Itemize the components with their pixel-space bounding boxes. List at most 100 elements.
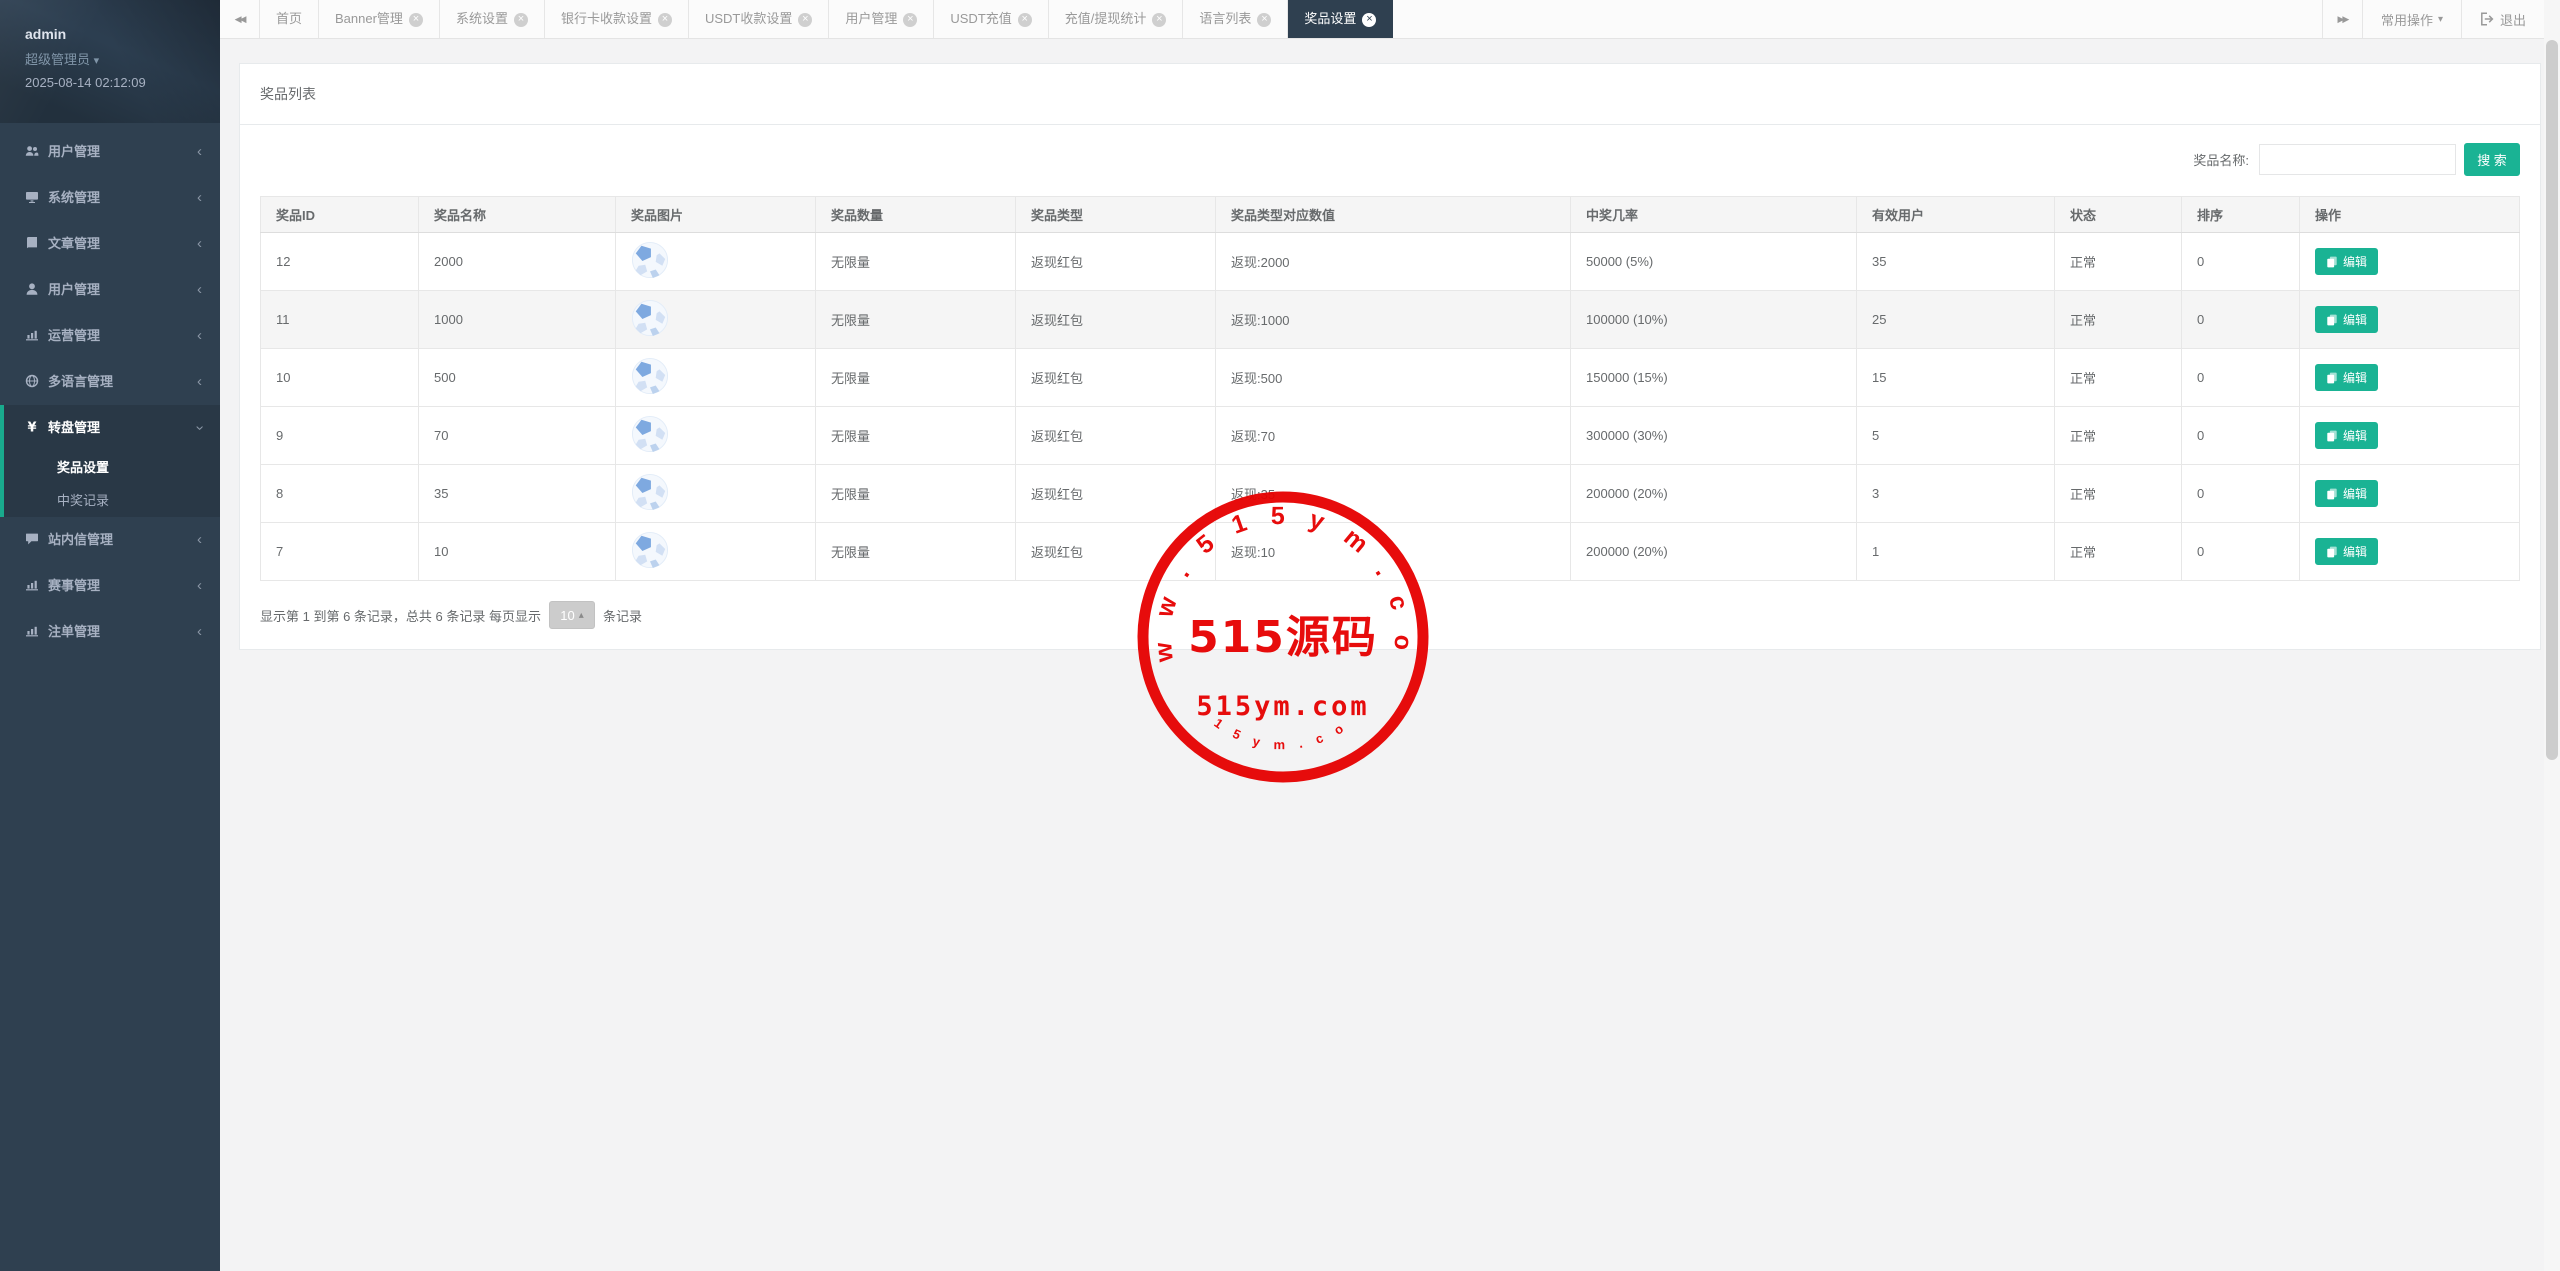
tab-2[interactable]: 系统设置×	[440, 0, 545, 38]
sidebar-item-label: 用户管理	[48, 144, 100, 159]
sidebar-item-bar-chart-icon-9[interactable]: 注单管理‹	[0, 609, 220, 655]
cell-sort: 0	[2182, 465, 2300, 523]
tab-5[interactable]: 用户管理 ×	[829, 0, 934, 38]
tab-label: 奖品设置	[1304, 11, 1356, 26]
search-button[interactable]: 搜 索	[2464, 143, 2520, 176]
sidebar-menu: 用户管理‹系统管理‹文章管理‹用户管理‹运营管理‹多语言管理‹¥转盘管理‹奖品设…	[0, 123, 220, 655]
cell-valid-users: 5	[1857, 407, 2055, 465]
sidebar-subitem[interactable]: 中奖记录	[4, 484, 220, 517]
column-header: 中奖几率	[1571, 197, 1857, 233]
cell-valid-users: 15	[1857, 349, 2055, 407]
edit-button-label: 编辑	[2343, 427, 2367, 444]
tab-7[interactable]: 充值/提现统计×	[1049, 0, 1184, 38]
tab-0[interactable]: 首页	[260, 0, 319, 38]
tab-close-icon[interactable]: ×	[409, 13, 423, 27]
sidebar-item-user-icon-3[interactable]: 用户管理 ‹	[0, 267, 220, 313]
sidebar-item-yen-icon-6[interactable]: ¥转盘管理‹	[4, 405, 220, 451]
prize-name-search-input[interactable]	[2259, 144, 2456, 175]
soccer-ball-icon	[631, 299, 669, 337]
column-header: 奖品类型	[1016, 197, 1216, 233]
tab-close-icon[interactable]: ×	[514, 13, 528, 27]
edit-button[interactable]: 编辑	[2315, 480, 2378, 507]
sidebar-item-users-icon-0[interactable]: 用户管理‹	[0, 129, 220, 175]
tab-close-icon[interactable]: ×	[658, 13, 672, 27]
cell-status: 正常	[2055, 349, 2182, 407]
column-header: 排序	[2182, 197, 2300, 233]
edit-button[interactable]: 编辑	[2315, 248, 2378, 275]
cell-status: 正常	[2055, 291, 2182, 349]
cell-type-value: 返现:35	[1216, 465, 1571, 523]
cell-prize-image	[616, 523, 816, 581]
prize-list-panel: 奖品列表 奖品名称: 搜 索 奖品ID奖品名称奖品图片奖品数量奖品类型奖品类型对…	[239, 63, 2541, 650]
sidebar-item-book-icon-2[interactable]: 文章管理‹	[0, 221, 220, 267]
chevron-left-icon: ‹	[197, 175, 202, 221]
tab-3[interactable]: 银行卡收款设置×	[545, 0, 689, 38]
common-operations-dropdown[interactable]: 常用操作 ▾	[2362, 0, 2461, 38]
soccer-ball-icon	[631, 415, 669, 453]
cell-prize-type: 返现红包	[1016, 291, 1216, 349]
tab-close-icon[interactable]: ×	[1152, 13, 1166, 27]
tab-6[interactable]: USDT充值 ×	[934, 0, 1048, 38]
chevron-left-icon: ‹	[197, 517, 202, 563]
cell-prize-image	[616, 465, 816, 523]
cell-valid-users: 25	[1857, 291, 2055, 349]
cell-actions: 编辑	[2300, 349, 2520, 407]
logout-label: 退出	[2500, 10, 2526, 29]
tab-8[interactable]: 语言列表×	[1183, 0, 1288, 38]
sidebar-item-desktop-icon-1[interactable]: 系统管理 ‹	[0, 175, 220, 221]
cell-probability: 150000 (15%)	[1571, 349, 1857, 407]
tab-bar: ◀◀ 首页Banner管理×系统设置×银行卡收款设置×USDT收款设置×用户管理…	[220, 0, 2560, 39]
cell-actions: 编辑	[2300, 523, 2520, 581]
edit-button[interactable]: 编辑	[2315, 538, 2378, 565]
caret-up-icon: ▴	[579, 610, 584, 621]
cell-sort: 0	[2182, 291, 2300, 349]
cell-prize-image	[616, 349, 816, 407]
tab-4[interactable]: USDT收款设置×	[689, 0, 829, 38]
page-size-select[interactable]: 10 ▴	[549, 601, 595, 629]
cell-prize-qty: 无限量	[816, 349, 1016, 407]
sidebar-subitem-active[interactable]: 奖品设置	[4, 451, 220, 484]
cell-prize-type: 返现红包	[1016, 407, 1216, 465]
sidebar-item-label: 用户管理	[48, 282, 100, 297]
tab-close-icon[interactable]: ×	[903, 13, 917, 27]
edit-button-label: 编辑	[2343, 369, 2367, 386]
tab-label: 用户管理	[845, 11, 897, 26]
cell-prize-image	[616, 233, 816, 291]
cell-sort: 0	[2182, 523, 2300, 581]
cell-prize-qty: 无限量	[816, 291, 1016, 349]
chevron-left-icon: ‹	[197, 267, 202, 313]
tab-close-icon[interactable]: ×	[1362, 13, 1376, 27]
sidebar-item-comment-icon-7[interactable]: 站内信管理‹	[0, 517, 220, 563]
chevron-left-icon: ‹	[197, 609, 202, 655]
soccer-ball-icon	[631, 241, 669, 279]
cell-prize-image	[616, 407, 816, 465]
edit-button[interactable]: 编辑	[2315, 422, 2378, 449]
column-header: 奖品类型对应数值	[1216, 197, 1571, 233]
edit-button[interactable]: 编辑	[2315, 306, 2378, 333]
profile-role-dropdown[interactable]: 超级管理员 ▾	[25, 49, 220, 68]
tab-close-icon[interactable]: ×	[1257, 13, 1271, 27]
cell-valid-users: 3	[1857, 465, 2055, 523]
tab-close-icon[interactable]: ×	[1018, 13, 1032, 27]
tab-close-icon[interactable]: ×	[798, 13, 812, 27]
cell-prize-name: 70	[419, 407, 616, 465]
sidebar-item-globe-icon-5[interactable]: 多语言管理‹	[0, 359, 220, 405]
tab-1[interactable]: Banner管理×	[319, 0, 440, 38]
logout-button[interactable]: 退出	[2461, 0, 2544, 38]
sidebar-item-label: 系统管理	[48, 190, 100, 205]
sidebar-item-label: 多语言管理	[48, 374, 113, 389]
tab-9-active[interactable]: 奖品设置 ×	[1288, 0, 1393, 38]
sign-out-icon	[2480, 12, 2494, 26]
tabs-scroll-right-button[interactable]: ▶▶	[2322, 0, 2362, 38]
column-header: 奖品ID	[261, 197, 419, 233]
tab-strip: 首页Banner管理×系统设置×银行卡收款设置×USDT收款设置×用户管理×US…	[260, 0, 2322, 38]
cell-probability: 200000 (20%)	[1571, 465, 1857, 523]
caret-down-icon: ▾	[94, 55, 100, 67]
cell-actions: 编辑	[2300, 465, 2520, 523]
tabs-scroll-left-button[interactable]: ◀◀	[220, 0, 260, 38]
tab-label: USDT充值	[950, 11, 1011, 26]
sidebar-item-bar-chart-icon-8[interactable]: 赛事管理‹	[0, 563, 220, 609]
sidebar-item-bar-chart-icon-4[interactable]: 运营管理‹	[0, 313, 220, 359]
edit-button[interactable]: 编辑	[2315, 364, 2378, 391]
page-scrollbar-thumb[interactable]	[2546, 40, 2558, 760]
